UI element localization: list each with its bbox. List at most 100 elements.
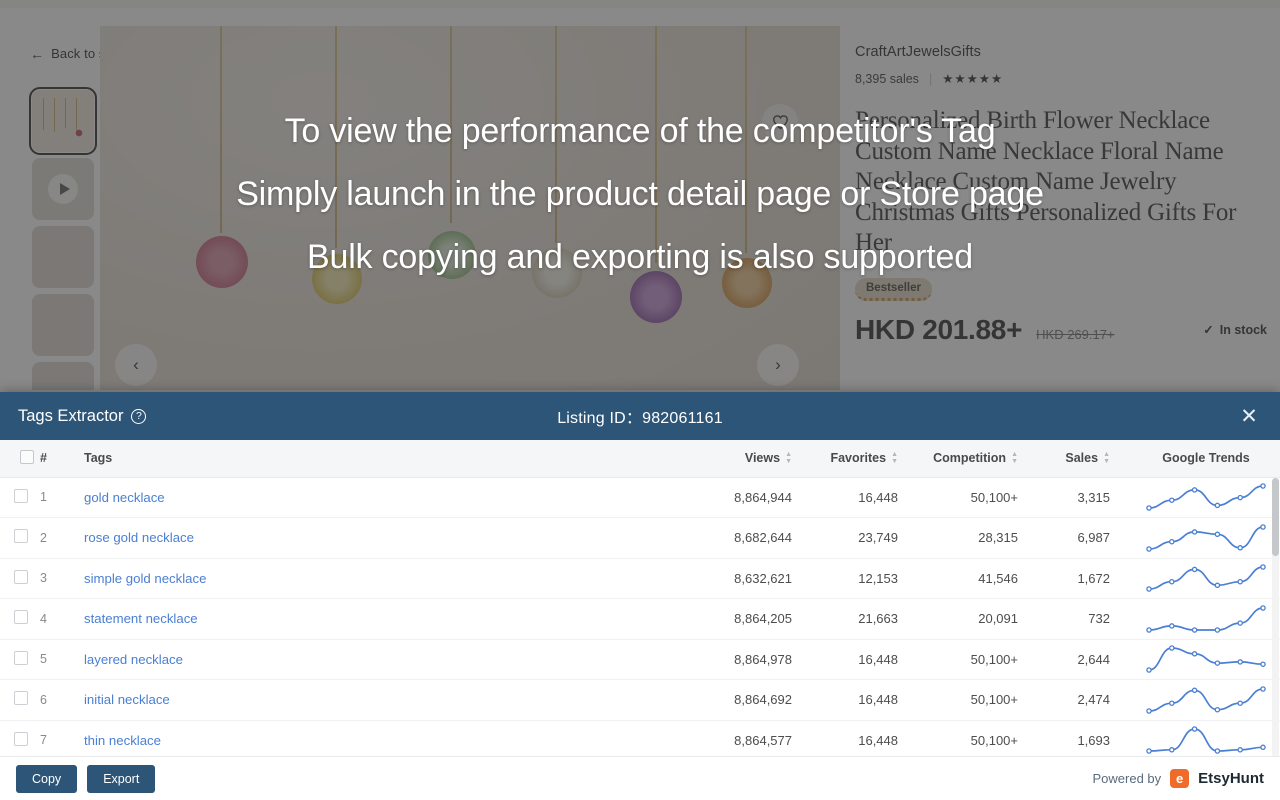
google-trends-sparkline xyxy=(1146,645,1266,673)
row-views: 8,632,621 xyxy=(734,570,792,586)
row-number: 2 xyxy=(40,530,47,545)
column-views-label: Views xyxy=(744,451,781,466)
row-competition: 20,091 xyxy=(978,611,1018,627)
column-views[interactable]: Views ▲ ▼ xyxy=(706,440,814,478)
row-favorites: 16,448 xyxy=(858,692,898,708)
row-sales: 732 xyxy=(1088,611,1110,627)
table-row[interactable]: 1 gold necklace 8,864,944 16,448 50,100+ 3,31… xyxy=(0,477,1280,518)
table-header-row: # Tags Views ▲ ▼ Favorites ▲ ▼ Competiti… xyxy=(0,440,1280,478)
tag-link[interactable]: simple gold necklace xyxy=(84,571,206,586)
column-tags: Tags xyxy=(66,440,706,478)
row-select-cell xyxy=(0,599,40,640)
instruction-line-1: To view the performance of the competito… xyxy=(284,112,996,150)
row-google-trends xyxy=(1132,558,1280,599)
table-row[interactable]: 3 simple gold necklace 8,632,621 12,153 41,5… xyxy=(0,558,1280,599)
table-row[interactable]: 4 statement necklace 8,864,205 21,663 20,091… xyxy=(0,599,1280,640)
select-all-checkbox[interactable] xyxy=(20,449,34,464)
scrollbar-thumb[interactable] xyxy=(1272,478,1279,556)
table-header: # Tags Views ▲ ▼ Favorites ▲ ▼ Competiti… xyxy=(0,440,1280,478)
row-tag: simple gold necklace xyxy=(66,558,706,599)
row-google-trends xyxy=(1132,720,1280,756)
row-sales: 2,474 xyxy=(1077,692,1110,708)
row-favorites: 16,448 xyxy=(858,489,898,505)
row-tag: layered necklace xyxy=(66,639,706,680)
screen: ← Back to search results xyxy=(0,0,1280,800)
row-google-trends xyxy=(1132,518,1280,559)
row-views: 8,864,944 xyxy=(734,489,792,505)
column-number: # xyxy=(40,440,66,478)
tag-link[interactable]: gold necklace xyxy=(84,490,165,505)
panel-title-label: Tags Extractor xyxy=(18,406,124,425)
table-row[interactable]: 5 layered necklace 8,864,978 16,448 50,100+ 2… xyxy=(0,639,1280,680)
row-views: 8,864,577 xyxy=(734,732,792,748)
table-scrollbar[interactable] xyxy=(1272,478,1279,756)
tag-link[interactable]: layered necklace xyxy=(84,652,183,667)
row-checkbox[interactable] xyxy=(14,650,28,665)
row-sales: 6,987 xyxy=(1077,530,1110,546)
row-favorites: 16,448 xyxy=(858,651,898,667)
row-checkbox[interactable] xyxy=(14,691,28,706)
column-google-trends-label: Google Trends xyxy=(1162,451,1250,466)
google-trends-sparkline xyxy=(1146,686,1266,714)
row-competition: 50,100+ xyxy=(970,651,1018,667)
row-checkbox[interactable] xyxy=(14,488,28,503)
etsyhunt-brand-name: EtsyHunt xyxy=(1198,770,1264,787)
tag-link[interactable]: initial necklace xyxy=(84,692,170,707)
column-sales[interactable]: Sales ▲ ▼ xyxy=(1040,440,1132,478)
tag-link[interactable]: rose gold necklace xyxy=(84,530,194,545)
row-competition: 50,100+ xyxy=(970,489,1018,505)
column-competition[interactable]: Competition ▲ ▼ xyxy=(920,440,1040,478)
powered-by: Powered by EtsyHunt xyxy=(1092,769,1264,788)
column-favorites[interactable]: Favorites ▲ ▼ xyxy=(814,440,920,478)
row-tag: rose gold necklace xyxy=(66,518,706,559)
sort-icon: ▲ ▼ xyxy=(785,450,792,466)
row-sales: 1,672 xyxy=(1077,570,1110,586)
google-trends-sparkline xyxy=(1146,726,1266,754)
column-favorites-label: Favorites xyxy=(830,451,887,466)
instruction-line-2: Simply launch in the product detail page… xyxy=(236,175,1044,214)
sort-icon: ▲ ▼ xyxy=(1011,450,1018,466)
tag-link[interactable]: statement necklace xyxy=(84,611,198,626)
row-google-trends xyxy=(1132,680,1280,721)
row-views: 8,864,978 xyxy=(734,651,792,667)
question-mark-icon[interactable]: ? xyxy=(131,408,147,424)
row-checkbox[interactable] xyxy=(14,731,28,746)
row-competition: 28,315 xyxy=(978,530,1018,546)
row-select-cell xyxy=(0,720,40,756)
row-sales: 1,693 xyxy=(1077,732,1110,748)
row-favorites: 21,663 xyxy=(858,611,898,627)
export-button[interactable]: Export xyxy=(87,764,156,793)
row-views: 8,864,205 xyxy=(734,611,792,627)
row-views: 8,682,644 xyxy=(734,530,792,546)
row-tag: statement necklace xyxy=(66,599,706,640)
panel-footer: Copy Export Powered by EtsyHunt xyxy=(0,756,1280,800)
row-competition: 50,100+ xyxy=(970,732,1018,748)
copy-button[interactable]: Copy xyxy=(16,764,78,793)
row-checkbox[interactable] xyxy=(14,529,28,544)
row-number: 5 xyxy=(40,652,47,667)
row-number: 7 xyxy=(40,733,47,748)
column-google-trends: Google Trends xyxy=(1132,440,1280,478)
row-views: 8,864,692 xyxy=(734,692,792,708)
listing-id: Listing ID：982061161 xyxy=(557,404,723,428)
listing-id-value: 982061161 xyxy=(642,410,723,427)
row-number: 4 xyxy=(40,611,47,626)
panel-header: Tags Extractor ? Listing ID：982061161 ✕ xyxy=(0,392,1280,440)
row-competition: 41,546 xyxy=(978,570,1018,586)
row-checkbox[interactable] xyxy=(14,610,28,625)
row-google-trends xyxy=(1132,599,1280,640)
tags-table: # Tags Views ▲ ▼ Favorites ▲ ▼ Competiti… xyxy=(0,440,1280,756)
close-icon[interactable]: ✕ xyxy=(1236,403,1262,429)
row-sales: 2,644 xyxy=(1077,651,1110,667)
tag-link[interactable]: thin necklace xyxy=(84,733,161,748)
column-sales-label: Sales xyxy=(1065,451,1099,466)
row-checkbox[interactable] xyxy=(14,569,28,584)
google-trends-sparkline xyxy=(1146,483,1266,511)
table-row[interactable]: 6 initial necklace 8,864,692 16,448 50,100+ 2… xyxy=(0,680,1280,721)
table-row[interactable]: 7 thin necklace 8,864,577 16,448 50,100+ 1,69… xyxy=(0,720,1280,756)
row-google-trends xyxy=(1132,639,1280,680)
powered-by-label: Powered by xyxy=(1092,771,1162,786)
row-select-cell xyxy=(0,680,40,721)
table-row[interactable]: 2 rose gold necklace 8,682,644 23,749 28,315… xyxy=(0,518,1280,559)
sort-icon: ▲ ▼ xyxy=(891,450,898,466)
